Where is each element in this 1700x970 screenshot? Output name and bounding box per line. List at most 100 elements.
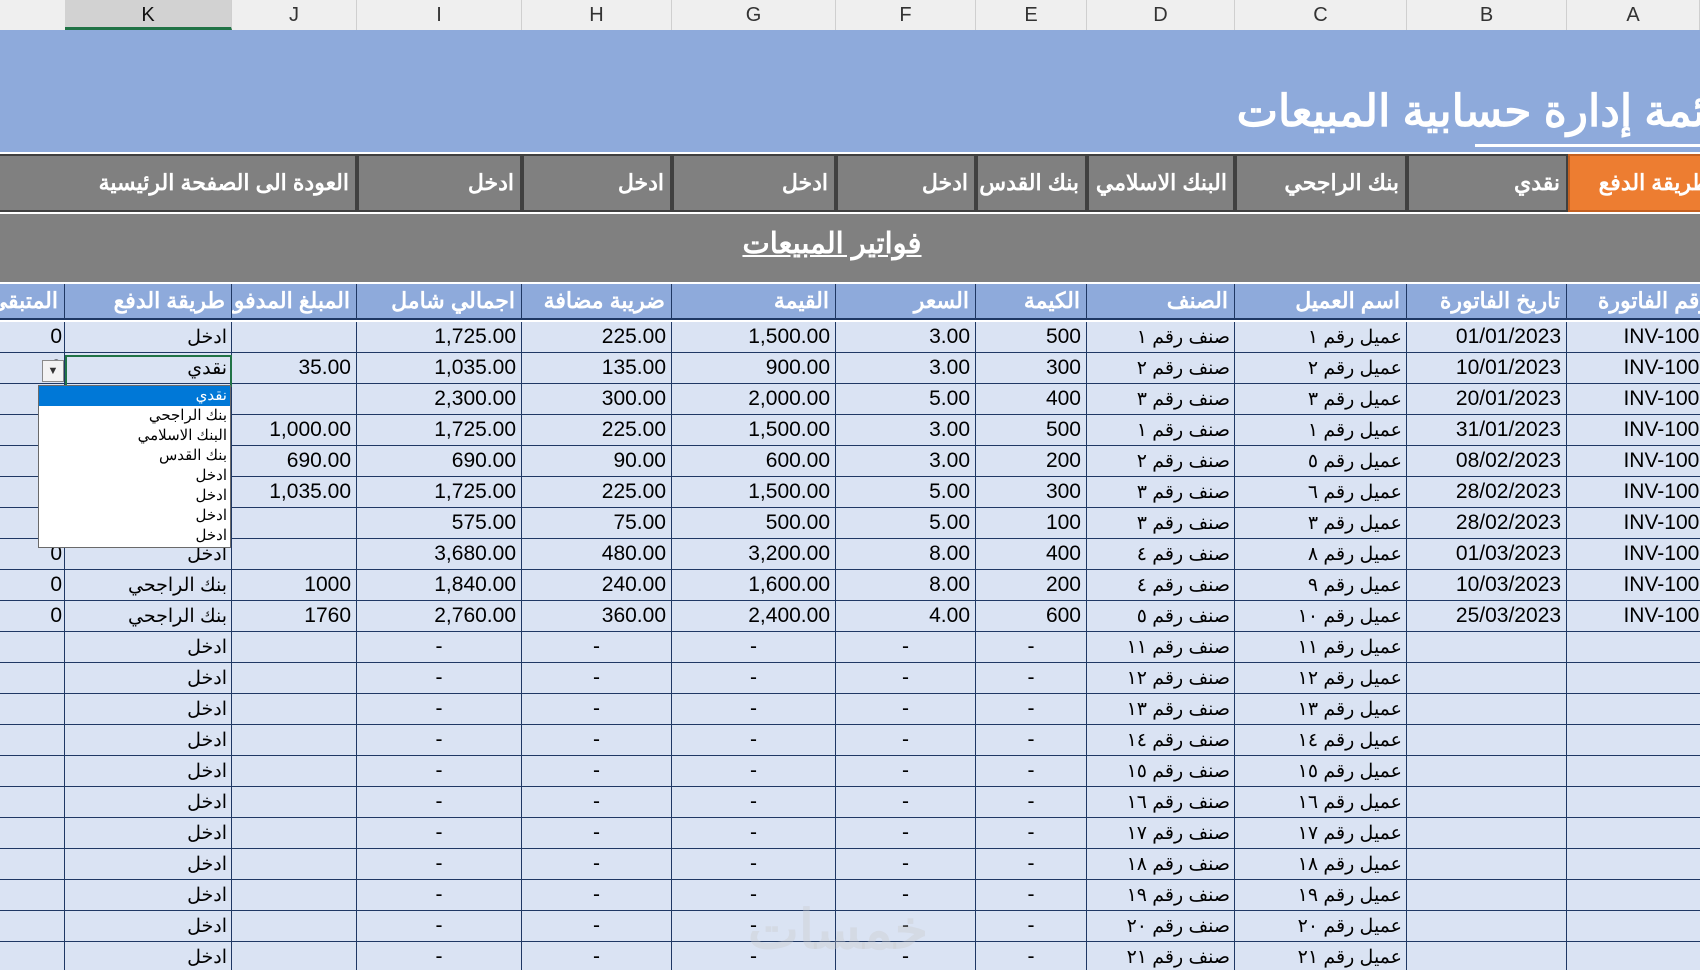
customer-name-cell[interactable]: عميل رقم ١٤	[1235, 725, 1407, 756]
active-cell[interactable]	[65, 355, 232, 387]
invoice-number-cell[interactable]: INV-1000	[1567, 570, 1700, 601]
total-cell[interactable]: -	[357, 942, 522, 970]
payment-method-cell[interactable]: ادخل	[65, 663, 232, 694]
column-header-e[interactable]: E	[976, 0, 1087, 30]
invoice-number-cell[interactable]	[1567, 942, 1700, 970]
column-header-f[interactable]: F	[836, 0, 976, 30]
quantity-cell[interactable]: 500	[976, 415, 1087, 446]
quantity-cell[interactable]: 300	[976, 353, 1087, 384]
remaining-cell[interactable]	[0, 787, 65, 818]
customer-name-cell[interactable]: عميل رقم ٣	[1235, 384, 1407, 415]
quantity-cell[interactable]: 400	[976, 539, 1087, 570]
price-cell[interactable]: 3.00	[836, 415, 976, 446]
quantity-cell[interactable]: 300	[976, 477, 1087, 508]
total-cell[interactable]: 1,035.00	[357, 353, 522, 384]
invoice-number-cell[interactable]: INV-1001	[1567, 601, 1700, 632]
paid-amount-cell[interactable]	[232, 911, 357, 942]
dropdown-option[interactable]: ادخل	[39, 506, 230, 526]
invoice-date-cell[interactable]: 28/02/2023	[1407, 477, 1567, 508]
paid-amount-cell[interactable]	[232, 539, 357, 570]
payment-method-enter[interactable]: ادخل	[357, 154, 522, 212]
column-header-a[interactable]: A	[1567, 0, 1700, 30]
customer-name-cell[interactable]: عميل رقم ٢٠	[1235, 911, 1407, 942]
total-cell[interactable]: -	[357, 663, 522, 694]
invoice-date-cell[interactable]	[1407, 694, 1567, 725]
value-cell[interactable]: -	[672, 849, 836, 880]
total-cell[interactable]: 1,725.00	[357, 415, 522, 446]
paid-amount-cell[interactable]: 690.00	[232, 446, 357, 477]
item-cell[interactable]: صنف رقم ١٤	[1087, 725, 1235, 756]
remaining-cell[interactable]	[0, 849, 65, 880]
paid-amount-cell[interactable]	[232, 756, 357, 787]
item-cell[interactable]: صنف رقم ١٥	[1087, 756, 1235, 787]
payment-method-quds[interactable]: بنك القدس	[976, 154, 1087, 212]
invoice-date-cell[interactable]: 10/01/2023	[1407, 353, 1567, 384]
quantity-cell[interactable]: -	[976, 880, 1087, 911]
invoice-number-cell[interactable]: INV-1000	[1567, 384, 1700, 415]
total-cell[interactable]: -	[357, 632, 522, 663]
value-cell[interactable]: -	[672, 632, 836, 663]
paid-amount-cell[interactable]	[232, 849, 357, 880]
vat-cell[interactable]: 135.00	[522, 353, 672, 384]
dropdown-option[interactable]: البنك الاسلامي	[39, 426, 230, 446]
payment-method-enter[interactable]: ادخل	[836, 154, 976, 212]
total-cell[interactable]: -	[357, 787, 522, 818]
item-cell[interactable]: صنف رقم ٣	[1087, 477, 1235, 508]
quantity-cell[interactable]: 200	[976, 446, 1087, 477]
invoice-date-cell[interactable]	[1407, 725, 1567, 756]
payment-method-cell[interactable]: ادخل	[65, 756, 232, 787]
remaining-cell[interactable]	[0, 725, 65, 756]
remaining-cell[interactable]	[0, 818, 65, 849]
invoice-number-cell[interactable]	[1567, 818, 1700, 849]
dropdown-option[interactable]: ادخل	[39, 486, 230, 506]
item-cell[interactable]: صنف رقم ١	[1087, 415, 1235, 446]
quantity-cell[interactable]: -	[976, 818, 1087, 849]
total-cell[interactable]: 1,840.00	[357, 570, 522, 601]
vat-cell[interactable]: -	[522, 694, 672, 725]
paid-amount-cell[interactable]	[232, 632, 357, 663]
invoice-number-cell[interactable]	[1567, 787, 1700, 818]
invoice-date-cell[interactable]	[1407, 756, 1567, 787]
invoice-number-cell[interactable]: INV-1000	[1567, 539, 1700, 570]
paid-amount-cell[interactable]	[232, 694, 357, 725]
value-cell[interactable]: 1,500.00	[672, 477, 836, 508]
vat-cell[interactable]: -	[522, 911, 672, 942]
price-cell[interactable]: -	[836, 632, 976, 663]
total-cell[interactable]: -	[357, 725, 522, 756]
total-cell[interactable]: -	[357, 849, 522, 880]
total-cell[interactable]: 690.00	[357, 446, 522, 477]
vat-cell[interactable]: -	[522, 880, 672, 911]
value-cell[interactable]: 2,000.00	[672, 384, 836, 415]
invoice-number-cell[interactable]: INV-1000	[1567, 322, 1700, 353]
quantity-cell[interactable]: -	[976, 694, 1087, 725]
price-cell[interactable]: 8.00	[836, 539, 976, 570]
remaining-cell[interactable]: 0	[0, 570, 65, 601]
item-cell[interactable]: صنف رقم ٣	[1087, 508, 1235, 539]
invoice-date-cell[interactable]: 20/01/2023	[1407, 384, 1567, 415]
item-cell[interactable]: صنف رقم ١٧	[1087, 818, 1235, 849]
customer-name-cell[interactable]: عميل رقم ٦	[1235, 477, 1407, 508]
paid-amount-cell[interactable]: 1000	[232, 570, 357, 601]
item-cell[interactable]: صنف رقم ١٦	[1087, 787, 1235, 818]
payment-method-islamic[interactable]: البنك الاسلامي	[1087, 154, 1235, 212]
payment-method-cell[interactable]: ادخل	[65, 818, 232, 849]
payment-method-cell[interactable]: ادخل	[65, 942, 232, 970]
invoice-number-cell[interactable]	[1567, 694, 1700, 725]
quantity-cell[interactable]: 200	[976, 570, 1087, 601]
item-cell[interactable]: صنف رقم ٢١	[1087, 942, 1235, 970]
price-cell[interactable]: 4.00	[836, 601, 976, 632]
vat-cell[interactable]: 225.00	[522, 322, 672, 353]
vat-cell[interactable]: -	[522, 787, 672, 818]
invoice-date-cell[interactable]	[1407, 942, 1567, 970]
value-cell[interactable]: 900.00	[672, 353, 836, 384]
total-cell[interactable]: -	[357, 756, 522, 787]
dropdown-option[interactable]: ادخل	[39, 466, 230, 486]
price-cell[interactable]: -	[836, 756, 976, 787]
remaining-cell[interactable]	[0, 880, 65, 911]
quantity-cell[interactable]: 100	[976, 508, 1087, 539]
paid-amount-cell[interactable]	[232, 663, 357, 694]
total-cell[interactable]: -	[357, 818, 522, 849]
quantity-cell[interactable]: -	[976, 725, 1087, 756]
invoice-number-cell[interactable]	[1567, 880, 1700, 911]
customer-name-cell[interactable]: عميل رقم ١	[1235, 322, 1407, 353]
